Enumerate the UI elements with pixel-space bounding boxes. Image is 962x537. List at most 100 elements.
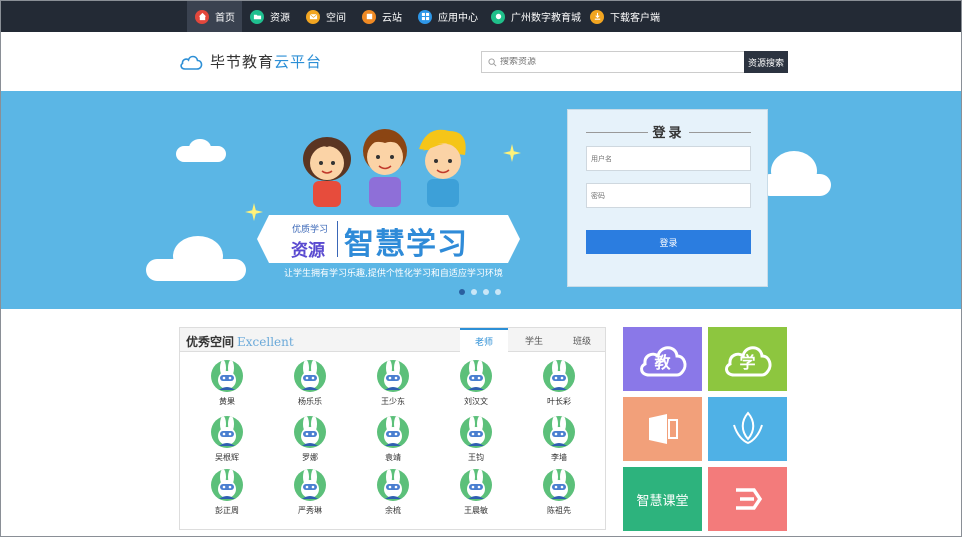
login-title: 登录 [652, 126, 685, 141]
user-name: 叶长彩 [547, 397, 571, 406]
tile-label: 教 [654, 353, 671, 372]
children-illustration [303, 129, 466, 207]
user-card[interactable]: 余梳 [363, 469, 423, 516]
user-card[interactable]: 彭正周 [197, 469, 257, 516]
user-name: 黄果 [219, 397, 235, 406]
nav-item-label: 首页 [215, 13, 235, 24]
nav-item-download-client[interactable]: 下载客户端 [590, 1, 660, 32]
banner-slogan: 让学生拥有学习乐趣,提供个性化学习和自适应学习环境 [284, 269, 503, 279]
user-name: 陈祖先 [547, 506, 571, 515]
station-icon [362, 9, 376, 24]
folder-icon [250, 9, 264, 24]
user-name: 余梳 [385, 506, 401, 515]
user-avatar [460, 360, 492, 392]
tile-label: 学 [739, 353, 756, 372]
nav-item-resources[interactable]: 资源 [250, 1, 290, 32]
excellent-spaces-header: 优秀空间 Excellent 老师 学生 班级 [180, 328, 606, 353]
city-icon [491, 9, 505, 24]
user-name: 杨乐乐 [298, 397, 322, 406]
user-card[interactable]: 袁靖 [363, 416, 423, 463]
top-navigation-bar: 首页 资源 空间 云站 应用中心 广州数字教育城 下载客户端 [1, 1, 961, 32]
user-card[interactable]: 吴根辉 [197, 416, 257, 463]
arrow-right-icon [735, 488, 762, 510]
user-name: 王少东 [381, 397, 405, 406]
excellent-spaces-title: 优秀空间 Excellent [186, 335, 294, 349]
tab-teachers[interactable]: 老师 [460, 328, 508, 353]
username-field[interactable] [586, 146, 751, 171]
carousel-dot[interactable] [483, 289, 489, 295]
tab-students[interactable]: 学生 [510, 328, 558, 352]
user-avatar [377, 360, 409, 392]
arrow-tile[interactable] [708, 467, 787, 531]
learn-tile[interactable]: 学 [708, 327, 787, 391]
search-resources-button[interactable]: 资源搜索 [744, 51, 788, 73]
nav-item-label: 云站 [382, 13, 402, 24]
user-card[interactable]: 刘汉文 [446, 360, 506, 407]
user-avatar [211, 360, 243, 392]
user-name: 严秀琳 [298, 506, 322, 515]
user-avatar [294, 360, 326, 392]
user-card[interactable]: 罗娜 [280, 416, 340, 463]
home-icon [195, 9, 209, 24]
nav-item-label: 空间 [326, 13, 346, 24]
user-avatar [543, 469, 575, 501]
carousel-dot[interactable] [495, 289, 501, 295]
banner-headline: 智慧学习 [344, 227, 468, 262]
banner-tagline: 优质学习 资源 智慧学习 [269, 215, 508, 263]
user-card[interactable]: 陈祖先 [529, 469, 589, 516]
user-name: 李墙 [551, 453, 567, 462]
carousel-dot[interactable] [459, 289, 465, 295]
user-avatar [460, 469, 492, 501]
user-avatar [543, 360, 575, 392]
user-name: 彭正周 [215, 506, 239, 515]
banner-tag-big: 资源 [291, 241, 325, 261]
carousel-dot[interactable] [471, 289, 477, 295]
search-input[interactable] [500, 57, 730, 67]
user-avatar [460, 416, 492, 448]
site-logo[interactable]: 毕节教育云平台 [179, 51, 322, 72]
nav-item-space[interactable]: 空间 [306, 1, 346, 32]
user-avatar [294, 416, 326, 448]
leaf-tile[interactable] [708, 397, 787, 461]
user-card[interactable]: 黄果 [197, 360, 257, 407]
cloud-decoration [173, 236, 223, 276]
nav-item-label: 应用中心 [438, 13, 478, 24]
download-icon [590, 9, 604, 24]
excellent-spaces-panel: 优秀空间 Excellent 老师 学生 班级 黄果 杨乐乐 王少东 刘汉文 叶长彩吴根辉… [179, 327, 606, 530]
cloud-logo-icon [180, 55, 203, 70]
office-tile[interactable] [623, 397, 702, 461]
nav-item-cloud-station[interactable]: 云站 [362, 1, 402, 32]
office-icon [648, 414, 678, 444]
user-card[interactable]: 李墙 [529, 416, 589, 463]
smart-class-tile[interactable]: 智慧课堂 [623, 467, 702, 531]
leaf-icon [732, 411, 763, 445]
user-name: 王钧 [468, 453, 484, 462]
cloud-decoration [189, 139, 211, 157]
user-name: 吴根辉 [215, 453, 239, 462]
user-card[interactable]: 王钧 [446, 416, 506, 463]
cloud-decoration [771, 151, 817, 191]
user-name: 袁靖 [385, 453, 401, 462]
user-card[interactable]: 杨乐乐 [280, 360, 340, 407]
search-icon [488, 57, 497, 66]
browser-viewport: 首页 资源 空间 云站 应用中心 广州数字教育城 下载客户端 毕节教育云平台 搜… [0, 0, 962, 537]
user-card[interactable]: 王晨敏 [446, 469, 506, 516]
search-field[interactable] [481, 51, 745, 73]
teach-tile[interactable]: 教 [623, 327, 702, 391]
tab-classes[interactable]: 班级 [558, 328, 606, 352]
user-avatar [543, 416, 575, 448]
password-field[interactable] [586, 183, 751, 208]
nav-item-home[interactable]: 首页 [187, 1, 242, 32]
user-name: 王晨敏 [464, 506, 488, 515]
nav-item-label: 下载客户端 [610, 13, 660, 24]
sparkle-icon [503, 144, 521, 162]
banner-tag-divider [337, 221, 338, 257]
nav-item-guangzhou-edu-city[interactable]: 广州数字教育城 [491, 1, 581, 32]
tile-label: 智慧课堂 [636, 493, 689, 509]
user-card[interactable]: 叶长彩 [529, 360, 589, 407]
login-button[interactable]: 登录 [586, 230, 751, 254]
nav-item-app-center[interactable]: 应用中心 [418, 1, 478, 32]
user-card[interactable]: 王少东 [363, 360, 423, 407]
user-card[interactable]: 严秀琳 [280, 469, 340, 516]
user-avatar [294, 469, 326, 501]
